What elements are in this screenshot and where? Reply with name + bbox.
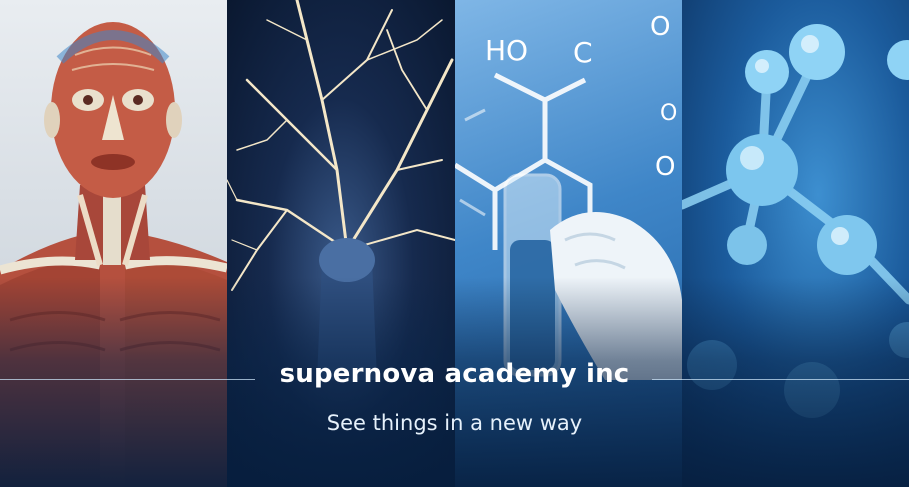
chem-label-o-right: O	[655, 152, 675, 182]
chem-label-o-top: O	[650, 12, 670, 42]
tagline: See things in a new way	[326, 411, 583, 435]
chem-label-ho: HO	[485, 34, 528, 67]
chem-label-o-small: O	[660, 101, 677, 126]
chem-label-c: C	[573, 36, 593, 69]
banner: HO C O O O supernova academy inc See thi…	[0, 0, 909, 487]
brand-title: supernova academy inc	[279, 359, 630, 389]
